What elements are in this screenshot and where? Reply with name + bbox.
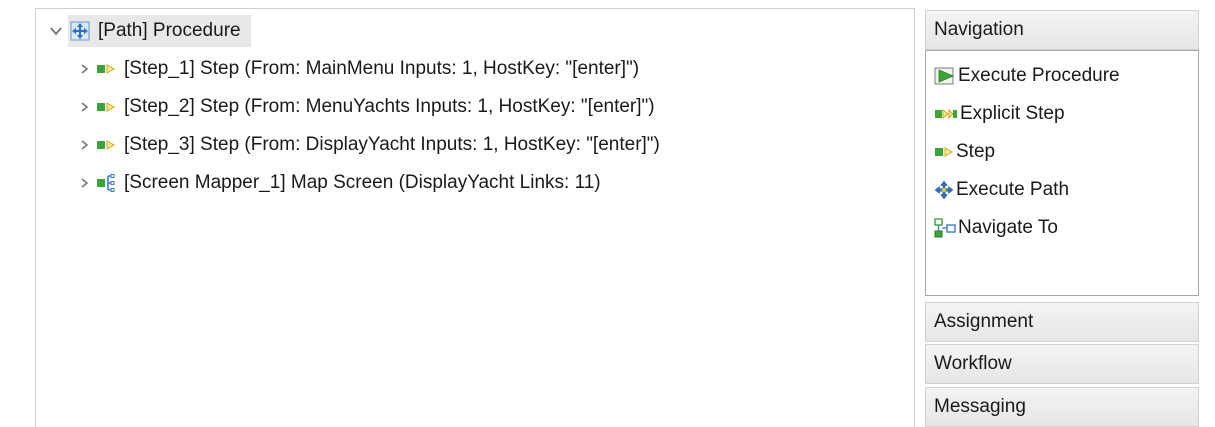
tree-root-label: [Path] Procedure: [98, 20, 241, 41]
tool-label: Execute Procedure: [958, 65, 1120, 86]
tool-step[interactable]: Step: [934, 135, 995, 169]
tool-explicit-step[interactable]: Explicit Step: [934, 97, 1065, 131]
tree-row-step-2[interactable]: [Step_2] Step (From: MenuYachts Inputs: …: [72, 91, 655, 123]
tool-label: Explicit Step: [960, 103, 1065, 124]
tree-row-label: [Screen Mapper_1] Map Screen (DisplayYac…: [124, 172, 601, 193]
tree-row-step-3[interactable]: [Step_3] Step (From: DisplayYacht Inputs…: [72, 129, 660, 161]
tree-row-label: [Step_3] Step (From: DisplayYacht Inputs…: [124, 134, 660, 155]
navigate-to-icon: [934, 217, 956, 239]
chevron-right-icon[interactable]: [72, 129, 96, 161]
tool-execute-procedure[interactable]: Execute Procedure: [934, 59, 1120, 93]
step-icon: [96, 62, 116, 76]
drawer-workflow[interactable]: Workflow: [925, 344, 1199, 384]
execute-path-icon: [70, 21, 90, 41]
palette: Navigation Execute Procedure Explicit St…: [925, 10, 1199, 427]
explicit-step-icon: [934, 107, 958, 121]
execute-path-icon: [934, 180, 954, 200]
tool-navigate-to[interactable]: Navigate To: [934, 211, 1058, 245]
drawer-label: Messaging: [934, 396, 1026, 417]
editor-left-margin: [0, 0, 35, 427]
step-icon: [96, 138, 116, 152]
drawer-assignment[interactable]: Assignment: [925, 302, 1199, 342]
screen-mapper-icon: [96, 173, 116, 193]
step-icon: [934, 145, 954, 159]
tool-label: Execute Path: [956, 179, 1070, 200]
chevron-right-icon[interactable]: [72, 91, 96, 123]
navigation-tools-list: Execute Procedure Explicit Step Step Exe…: [925, 50, 1199, 296]
drawer-messaging[interactable]: Messaging: [925, 387, 1199, 427]
step-icon: [96, 100, 116, 114]
drawer-label: Workflow: [934, 353, 1012, 374]
drawer-label: Navigation: [934, 19, 1024, 40]
tree-row-screen-mapper[interactable]: [Screen Mapper_1] Map Screen (DisplayYac…: [72, 167, 601, 199]
tree-row-step-1[interactable]: [Step_1] Step (From: MainMenu Inputs: 1,…: [72, 53, 639, 85]
tree-root-selection[interactable]: [Path] Procedure: [68, 15, 251, 47]
palette-scroll-gutter: [1199, 10, 1215, 427]
tool-execute-path[interactable]: Execute Path: [934, 173, 1069, 207]
tree-root-row[interactable]: [Path] Procedure: [44, 15, 251, 47]
drawer-navigation[interactable]: Navigation: [925, 10, 1199, 50]
tool-label: Navigate To: [958, 217, 1058, 238]
chevron-right-icon[interactable]: [72, 53, 96, 85]
tree-row-label: [Step_1] Step (From: MainMenu Inputs: 1,…: [124, 58, 640, 79]
execute-procedure-icon: [934, 66, 956, 86]
tree-row-label: [Step_2] Step (From: MenuYachts Inputs: …: [124, 96, 655, 117]
drawer-label: Assignment: [934, 311, 1034, 332]
procedure-tree[interactable]: [Path] Procedure [Step_1] Step (From: Ma…: [35, 8, 915, 427]
tool-label: Step: [956, 141, 996, 162]
chevron-right-icon[interactable]: [72, 167, 96, 199]
chevron-down-icon[interactable]: [44, 15, 68, 47]
